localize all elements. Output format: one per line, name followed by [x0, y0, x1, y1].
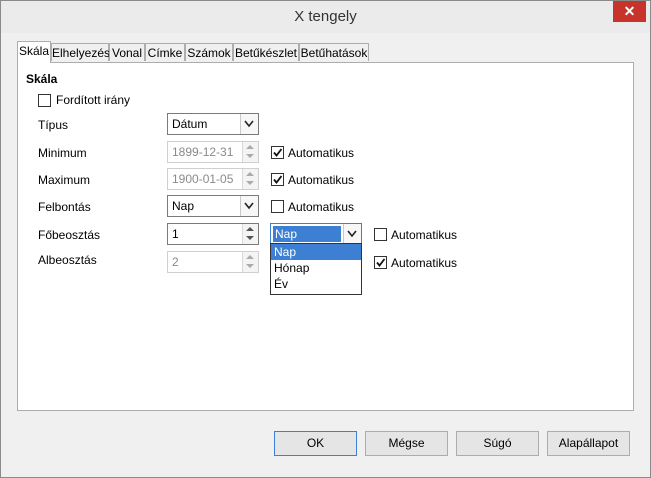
- major-interval-label: Főbeosztás: [38, 228, 101, 242]
- maximum-spinner[interactable]: [242, 169, 258, 189]
- cancel-button[interactable]: Mégse: [365, 431, 448, 456]
- major-unit-dropdown-list: Nap Hónap Év: [270, 243, 362, 295]
- chevron-down-icon[interactable]: [240, 196, 258, 216]
- resolution-auto-checkbox[interactable]: [271, 200, 284, 213]
- resolution-auto-label: Automatikus: [288, 200, 355, 214]
- major-unit-select[interactable]: Nap: [270, 223, 362, 245]
- type-label: Típus: [38, 118, 69, 132]
- maximum-field[interactable]: 1900-01-05: [167, 168, 259, 190]
- tab-numbers[interactable]: Számok: [185, 43, 233, 61]
- major-interval-field[interactable]: 1: [167, 223, 259, 245]
- maximum-auto-checkbox[interactable]: [271, 173, 284, 186]
- minor-interval-field[interactable]: 2: [167, 251, 259, 273]
- dropdown-option-year[interactable]: Év: [271, 276, 361, 292]
- reverse-direction-checkbox[interactable]: [38, 94, 51, 107]
- resolution-value: Nap: [172, 199, 195, 213]
- tab-font-effects[interactable]: Betűhatások: [299, 43, 369, 61]
- dropdown-option-month[interactable]: Hónap: [271, 260, 361, 276]
- minimum-spinner[interactable]: [242, 142, 258, 162]
- maximum-auto-label: Automatikus: [288, 173, 355, 187]
- minor-interval-value: 2: [172, 255, 179, 269]
- resolution-label: Felbontás: [38, 200, 91, 214]
- help-button[interactable]: Súgó: [456, 431, 539, 456]
- minimum-auto-label: Automatikus: [288, 146, 355, 160]
- tab-line[interactable]: Vonal: [109, 43, 145, 61]
- tab-positioning[interactable]: Elhelyezés: [51, 43, 110, 61]
- major-auto-label: Automatikus: [391, 228, 458, 242]
- reset-button[interactable]: Alapállapot: [547, 431, 630, 456]
- major-unit-value: Nap: [273, 226, 341, 242]
- minimum-field[interactable]: 1899-12-31: [167, 141, 259, 163]
- maximum-value: 1900-01-05: [172, 172, 234, 186]
- chevron-down-icon[interactable]: [240, 114, 258, 134]
- dialog-window: X tengely ✕ Skála Elhelyezés Vonal Címke…: [0, 0, 651, 478]
- close-icon: ✕: [623, 3, 636, 19]
- maximum-label: Maximum: [38, 173, 91, 187]
- type-value: Dátum: [172, 117, 208, 131]
- tab-label[interactable]: Címke: [145, 43, 185, 61]
- close-button[interactable]: ✕: [613, 1, 646, 22]
- ok-button[interactable]: OK: [274, 431, 357, 456]
- minor-auto-checkbox[interactable]: [374, 256, 387, 269]
- minimum-label: Minimum: [38, 146, 87, 160]
- chevron-down-icon[interactable]: [343, 224, 361, 244]
- minor-interval-label: Albeosztás: [38, 253, 97, 267]
- tab-scale[interactable]: Skála: [17, 41, 51, 63]
- minor-interval-spinner[interactable]: [242, 252, 258, 272]
- resolution-select[interactable]: Nap: [167, 195, 259, 217]
- window-title: X tengely: [294, 8, 357, 25]
- minimum-auto-checkbox[interactable]: [271, 146, 284, 159]
- title-bar: X tengely ✕: [1, 1, 650, 33]
- major-auto-checkbox[interactable]: [374, 228, 387, 241]
- reverse-direction-label: Fordított irány: [56, 93, 131, 107]
- dropdown-option-day[interactable]: Nap: [271, 244, 361, 260]
- minor-auto-label: Automatikus: [391, 256, 458, 270]
- tab-font[interactable]: Betűkészlet: [233, 43, 299, 61]
- major-interval-value: 1: [172, 227, 179, 241]
- section-title: Skála: [26, 72, 58, 86]
- type-select[interactable]: Dátum: [167, 113, 259, 135]
- minimum-value: 1899-12-31: [172, 145, 234, 159]
- major-interval-spinner[interactable]: [242, 224, 258, 244]
